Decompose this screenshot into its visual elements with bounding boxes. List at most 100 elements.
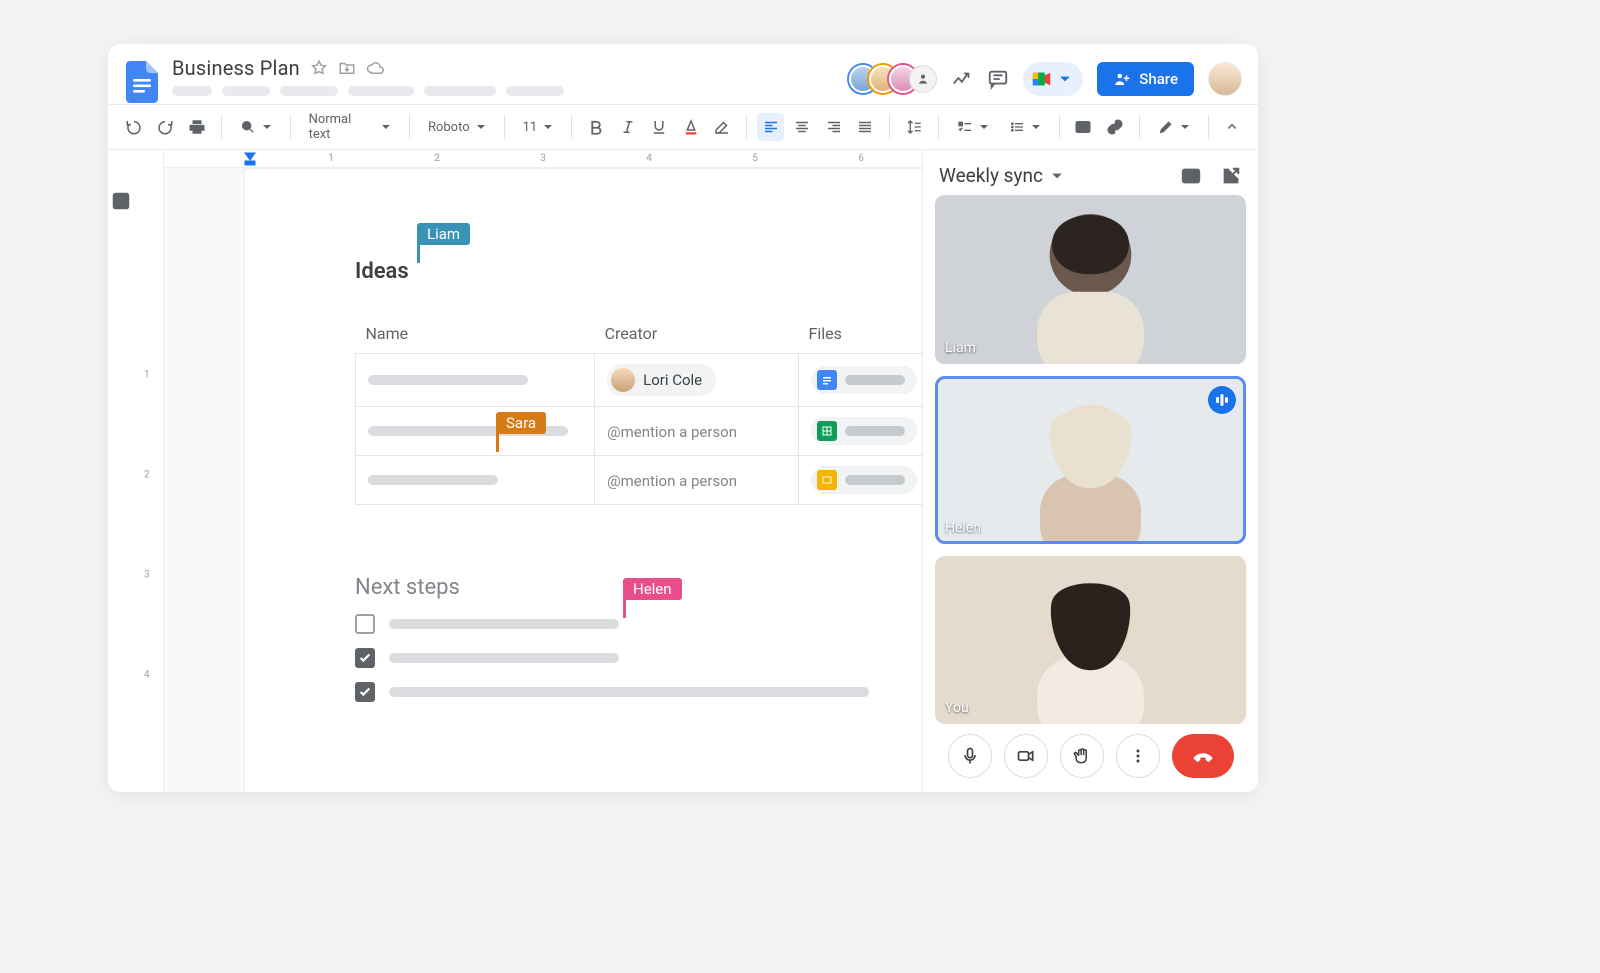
popout-icon[interactable] (1220, 165, 1242, 187)
highlight-button[interactable] (708, 113, 736, 141)
comments-icon[interactable] (987, 68, 1009, 90)
tile-name: Liam (945, 340, 976, 356)
checklist-item[interactable] (355, 648, 882, 668)
menu-item[interactable] (222, 86, 270, 96)
collab-cursor-sara: Sara (496, 412, 546, 434)
collapse-toolbar-button[interactable] (1219, 113, 1247, 141)
collab-cursor-liam: Liam (417, 223, 470, 245)
meet-icon (1031, 68, 1053, 90)
font-family-dropdown[interactable]: Roboto (420, 113, 494, 141)
insert-image-button[interactable] (1069, 113, 1097, 141)
video-tile[interactable]: Helen (935, 376, 1246, 544)
align-left-button[interactable] (757, 113, 785, 141)
ideas-table[interactable]: Name Creator Files Lori Cole Sara (355, 324, 922, 505)
underline-button[interactable] (645, 113, 673, 141)
left-gutter (108, 150, 136, 792)
insert-link-button[interactable] (1101, 113, 1129, 141)
checklist-item[interactable] (355, 682, 882, 702)
align-center-button[interactable] (788, 113, 816, 141)
outline-toggle-icon[interactable] (110, 190, 134, 214)
star-icon[interactable] (310, 59, 328, 77)
editor-area: 1 2 3 4 5 6 Ideas Liam Name Creator (164, 150, 922, 792)
person-chip[interactable]: Lori Cole (607, 364, 716, 396)
header-right: Share (849, 62, 1242, 96)
vertical-ruler[interactable]: 1 2 3 4 (136, 150, 164, 792)
align-right-button[interactable] (820, 113, 848, 141)
collab-cursor-helen: Helen (623, 578, 682, 600)
picture-in-picture-icon[interactable] (1180, 165, 1202, 187)
raise-hand-button[interactable] (1060, 734, 1104, 778)
microphone-button[interactable] (948, 734, 992, 778)
zoom-dropdown[interactable] (232, 113, 280, 141)
bold-button[interactable] (582, 113, 610, 141)
camera-button[interactable] (1004, 734, 1048, 778)
menu-item[interactable] (172, 86, 212, 96)
indent-marker-icon[interactable] (244, 152, 256, 169)
checkbox-unchecked-icon[interactable] (355, 614, 375, 634)
presence-more[interactable] (909, 65, 937, 93)
undo-button[interactable] (120, 113, 148, 141)
app-window: Business Plan (108, 44, 1258, 792)
activity-dashboard-icon[interactable] (951, 68, 973, 90)
checklist-dropdown[interactable] (949, 113, 997, 141)
move-icon[interactable] (338, 59, 356, 77)
video-tile[interactable]: Liam (935, 195, 1246, 363)
menu-item[interactable] (506, 86, 564, 96)
print-button[interactable] (183, 113, 211, 141)
menu-item[interactable] (424, 86, 496, 96)
title-block: Business Plan (172, 56, 849, 96)
editing-mode-dropdown[interactable] (1150, 113, 1198, 141)
menu-bar[interactable] (172, 86, 849, 96)
presence-avatars[interactable] (849, 65, 937, 93)
menu-item[interactable] (280, 86, 338, 96)
paragraph-style-dropdown[interactable]: Normal text (301, 113, 399, 141)
menu-item[interactable] (348, 86, 414, 96)
section-title-ideas: Ideas (355, 259, 409, 284)
checklist-item[interactable]: Helen (355, 614, 882, 634)
align-justify-button[interactable] (851, 113, 879, 141)
meet-panel: Weekly sync Liam Helen (922, 150, 1258, 792)
file-chip-sheets[interactable] (811, 417, 917, 445)
share-label: Share (1139, 70, 1178, 88)
speaking-indicator-icon (1208, 386, 1236, 414)
table-row[interactable]: Lori Cole (356, 354, 923, 407)
col-header-files: Files (798, 324, 922, 354)
file-chip-docs[interactable] (811, 366, 917, 394)
col-header-name: Name (356, 324, 595, 354)
document-title[interactable]: Business Plan (172, 56, 300, 80)
workspace: 1 2 3 4 1 2 3 4 5 6 Ideas Liam (108, 150, 1258, 792)
account-avatar[interactable] (1208, 62, 1242, 96)
meet-controls (923, 724, 1258, 792)
docs-logo-icon[interactable] (124, 60, 160, 104)
more-options-button[interactable] (1116, 734, 1160, 778)
hangup-button[interactable] (1172, 734, 1234, 778)
horizontal-ruler[interactable]: 1 2 3 4 5 6 (164, 150, 922, 168)
video-tile[interactable]: You (935, 556, 1246, 724)
document-page[interactable]: Ideas Liam Name Creator Files Lori Cole (244, 168, 922, 792)
col-header-creator: Creator (595, 324, 799, 354)
checkbox-checked-icon[interactable] (355, 648, 375, 668)
meet-tiles: Liam Helen You (923, 195, 1258, 724)
italic-button[interactable] (614, 113, 642, 141)
font-size-dropdown[interactable]: 11 (515, 113, 562, 141)
cloud-status-icon[interactable] (366, 59, 384, 77)
mention-placeholder[interactable]: @mention a person (607, 472, 737, 490)
table-row[interactable]: @mention a person (356, 456, 923, 505)
redo-button[interactable] (152, 113, 180, 141)
toolbar: Normal text Roboto 11 (108, 104, 1258, 150)
checkbox-checked-icon[interactable] (355, 682, 375, 702)
bulleted-list-dropdown[interactable] (1001, 113, 1049, 141)
meeting-title-dropdown[interactable]: Weekly sync (939, 164, 1063, 187)
share-button[interactable]: Share (1097, 62, 1194, 96)
line-spacing-button[interactable] (900, 113, 928, 141)
meet-dropdown[interactable] (1023, 62, 1083, 96)
section-title-next-steps: Next steps (355, 575, 882, 600)
tile-name: Helen (945, 520, 981, 536)
mention-placeholder[interactable]: @mention a person (607, 423, 737, 441)
file-chip-slides[interactable] (811, 466, 917, 494)
tile-name: You (945, 700, 969, 716)
meet-panel-header: Weekly sync (923, 150, 1258, 195)
table-row[interactable]: Sara @mention a person (356, 407, 923, 456)
text-color-button[interactable] (677, 113, 705, 141)
app-header: Business Plan (108, 44, 1258, 104)
